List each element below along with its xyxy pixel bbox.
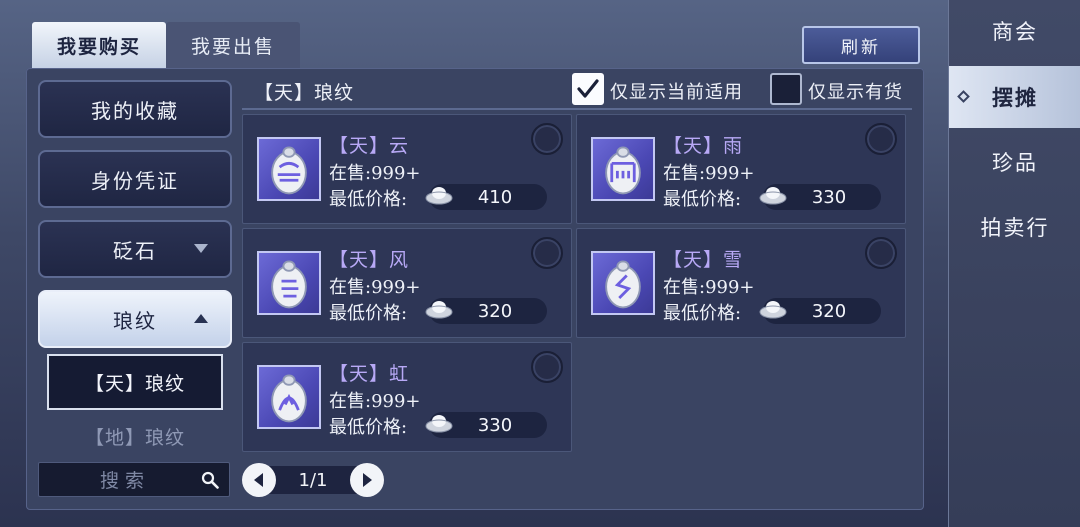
item-thumbnail — [257, 365, 321, 429]
checkmark-icon — [577, 79, 599, 98]
triangle-right-icon — [363, 473, 372, 487]
subcategory-tian-pattern[interactable]: 【天】琅纹 — [47, 354, 223, 410]
item-card[interactable]: 【天】虹 在售:999+ 最低价格: 330 — [242, 342, 572, 452]
nav-auction-house[interactable]: 拍卖行 — [949, 196, 1080, 258]
silver-ingot-icon — [759, 301, 787, 319]
item-price-label: 最低价格: — [663, 189, 742, 210]
nav-treasures[interactable]: 珍品 — [949, 131, 1080, 193]
item-name: 【天】云 — [329, 135, 410, 157]
item-thumbnail — [257, 251, 321, 315]
item-select-radio[interactable] — [865, 123, 897, 155]
category-favorites[interactable]: 我的收藏 — [38, 80, 232, 138]
item-name: 【天】风 — [329, 249, 410, 271]
filter-applicable-checkbox[interactable] — [572, 73, 604, 105]
tab-buy[interactable]: 我要购买 — [32, 22, 166, 68]
category-favorites-label: 我的收藏 — [91, 98, 179, 123]
category-patterns-label: 琅纹 — [113, 308, 157, 333]
category-credentials[interactable]: 身份凭证 — [38, 150, 232, 208]
tab-sell[interactable]: 我要出售 — [166, 22, 300, 68]
nav-chamber-of-commerce[interactable]: 商会 — [949, 0, 1080, 62]
item-thumbnail — [257, 137, 321, 201]
amulet-icon — [271, 146, 307, 195]
category-patterns[interactable]: 琅纹 — [38, 290, 232, 348]
item-stock: 在售:999+ — [329, 163, 421, 184]
category-credentials-label: 身份凭证 — [91, 168, 179, 193]
chevron-up-icon — [194, 314, 208, 323]
item-thumbnail — [591, 137, 655, 201]
filter-in-stock-label: 仅显示有货 — [808, 82, 903, 103]
amulet-icon — [271, 374, 307, 423]
silver-ingot-icon — [425, 187, 453, 205]
item-name: 【天】雪 — [663, 249, 744, 271]
item-select-radio[interactable] — [531, 237, 563, 269]
item-stock: 在售:999+ — [663, 163, 755, 184]
nav-label: 拍卖行 — [980, 216, 1050, 240]
nav-label: 珍品 — [992, 151, 1038, 175]
category-stones[interactable]: 砭石 — [38, 220, 232, 278]
item-price-label: 最低价格: — [329, 417, 408, 438]
item-price-label: 最低价格: — [329, 303, 408, 324]
item-card[interactable]: 【天】雪 在售:999+ 最低价格: 320 — [576, 228, 906, 338]
item-stock: 在售:999+ — [329, 277, 421, 298]
silver-ingot-icon — [759, 187, 787, 205]
filter-applicable-label: 仅显示当前适用 — [610, 82, 743, 103]
item-select-radio[interactable] — [865, 237, 897, 269]
item-price-label: 最低价格: — [663, 303, 742, 324]
item-stock: 在售:999+ — [329, 391, 421, 412]
prev-page-button[interactable] — [242, 463, 276, 497]
next-page-button[interactable] — [350, 463, 384, 497]
amulet-icon — [605, 146, 641, 195]
item-select-radio[interactable] — [531, 351, 563, 383]
category-stones-label: 砭石 — [113, 238, 157, 263]
right-nav: 商会 摆摊 珍品 拍卖行 — [948, 0, 1080, 527]
search-placeholder: 搜索 — [99, 470, 150, 492]
search-input[interactable]: 搜索 — [38, 462, 230, 497]
item-name: 【天】雨 — [663, 135, 744, 157]
refresh-button[interactable]: 刷新 — [802, 26, 920, 64]
amulet-icon — [605, 260, 641, 309]
item-price-label: 最低价格: — [329, 189, 408, 210]
item-select-radio[interactable] — [531, 123, 563, 155]
section-title: 【天】琅纹 — [254, 82, 355, 104]
triangle-left-icon — [254, 473, 263, 487]
item-thumbnail — [591, 251, 655, 315]
item-card[interactable]: 【天】风 在售:999+ 最低价格: 320 — [242, 228, 572, 338]
subcategory-di-pattern[interactable]: 【地】琅纹 — [47, 414, 223, 458]
nav-label: 商会 — [992, 20, 1038, 44]
nav-label: 摆摊 — [992, 85, 1038, 110]
silver-ingot-icon — [425, 301, 453, 319]
silver-ingot-icon — [425, 415, 453, 433]
item-card[interactable]: 【天】雨 在售:999+ 最低价格: 330 — [576, 114, 906, 224]
item-card[interactable]: 【天】云 在售:999+ 最低价格: 410 — [242, 114, 572, 224]
diamond-icon — [957, 90, 970, 103]
item-stock: 在售:999+ — [663, 277, 755, 298]
header-divider — [242, 108, 912, 110]
search-icon[interactable] — [201, 471, 219, 489]
chevron-down-icon — [194, 244, 208, 253]
nav-stall[interactable]: 摆摊 — [949, 66, 1080, 128]
amulet-icon — [271, 260, 307, 309]
filter-in-stock-checkbox[interactable] — [770, 73, 802, 105]
item-name: 【天】虹 — [329, 363, 410, 385]
